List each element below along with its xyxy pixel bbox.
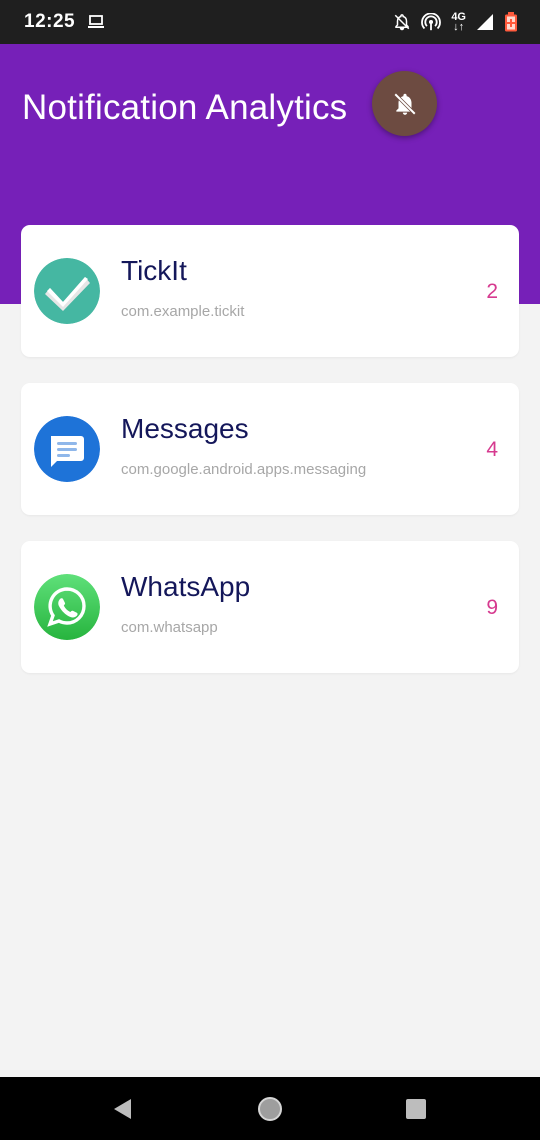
notification-count: 9 xyxy=(486,596,498,619)
status-left: 12:25 xyxy=(24,11,105,33)
status-right: 4G ↓↑ xyxy=(393,12,518,33)
status-time: 12:25 xyxy=(24,11,76,32)
network-arrows: ↓↑ xyxy=(453,21,465,33)
page-title: Notification Analytics xyxy=(22,88,348,127)
battery-icon xyxy=(504,12,518,32)
app-name: Messages xyxy=(121,413,249,444)
home-icon xyxy=(257,1096,283,1122)
recents-icon xyxy=(405,1098,427,1120)
tickit-icon xyxy=(34,258,100,324)
home-button[interactable] xyxy=(257,1096,283,1122)
back-button[interactable] xyxy=(109,1096,135,1122)
mute-notifications-button[interactable] xyxy=(372,71,437,136)
app-card-messages[interactable]: Messages com.google.android.apps.messagi… xyxy=(21,383,519,515)
navigation-bar xyxy=(0,1077,540,1140)
signal-icon xyxy=(476,13,494,31)
app-package: com.google.android.apps.messaging xyxy=(121,461,367,478)
recents-button[interactable] xyxy=(403,1096,429,1122)
app-package: com.example.tickit xyxy=(121,303,245,320)
notifications-off-icon xyxy=(393,13,411,31)
laptop-icon xyxy=(87,15,105,29)
screen: 12:25 4G ↓↑ Notification Analytics TickI… xyxy=(0,0,540,1140)
status-bar: 12:25 4G ↓↑ xyxy=(0,0,540,44)
app-card-whatsapp[interactable]: WhatsApp com.whatsapp 9 xyxy=(21,541,519,673)
back-icon xyxy=(111,1097,133,1121)
app-package: com.whatsapp xyxy=(121,619,218,636)
notification-count: 2 xyxy=(486,280,498,303)
app-name: TickIt xyxy=(121,255,187,286)
app-card-tickit[interactable]: TickIt com.example.tickit 2 xyxy=(21,225,519,357)
hotspot-icon xyxy=(421,13,442,31)
network-4g-icon: 4G ↓↑ xyxy=(451,12,466,33)
messages-icon xyxy=(34,416,100,482)
app-name: WhatsApp xyxy=(121,571,251,602)
notification-count: 4 xyxy=(486,438,498,461)
app-list: TickIt com.example.tickit 2 Messages com… xyxy=(21,225,519,699)
whatsapp-icon xyxy=(34,574,100,640)
bell-off-icon xyxy=(392,91,418,117)
